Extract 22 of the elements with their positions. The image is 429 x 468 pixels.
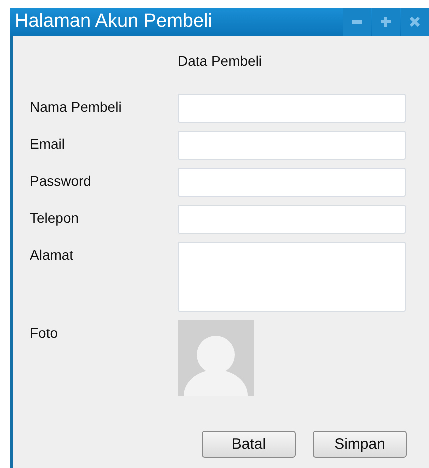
input-field[interactable] bbox=[178, 168, 406, 197]
field-label: Password bbox=[30, 172, 92, 189]
input-field[interactable] bbox=[178, 205, 406, 234]
avatar-placeholder-icon bbox=[178, 320, 254, 396]
dialog-button[interactable]: Simpan bbox=[313, 431, 407, 458]
minimize-button[interactable] bbox=[343, 8, 371, 36]
dialog-button[interactable]: Batal bbox=[202, 431, 296, 458]
field-label: Telepon bbox=[30, 209, 80, 226]
field-label: Alamat bbox=[30, 246, 74, 263]
plus-icon bbox=[381, 17, 391, 27]
field-label: Foto bbox=[30, 324, 58, 341]
field-label: Nama Pembeli bbox=[30, 98, 122, 115]
minimize-icon bbox=[352, 20, 362, 24]
input-field[interactable] bbox=[178, 94, 406, 123]
close-icon bbox=[410, 17, 420, 27]
form-heading: Data Pembeli bbox=[178, 52, 264, 71]
address-field[interactable] bbox=[178, 242, 406, 312]
close-button[interactable] bbox=[401, 8, 429, 36]
maximize-button[interactable] bbox=[372, 8, 400, 36]
field-label: Email bbox=[30, 135, 66, 152]
window-title: Halaman Akun Pembeli bbox=[14, 11, 212, 33]
input-field[interactable] bbox=[178, 131, 406, 160]
